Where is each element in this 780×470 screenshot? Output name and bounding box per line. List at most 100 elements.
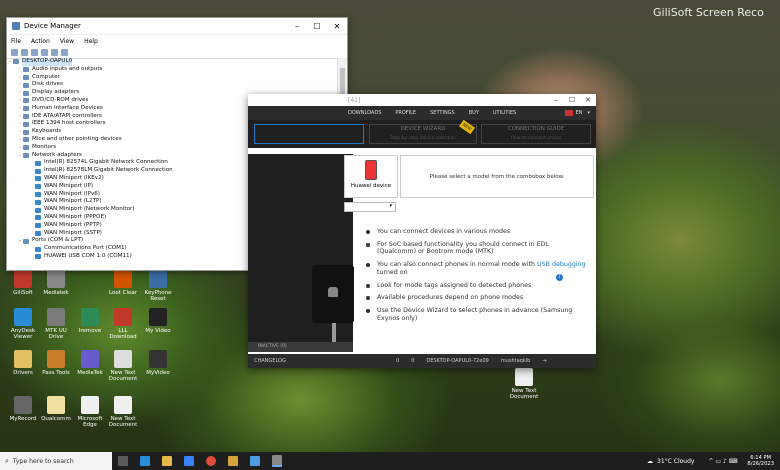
desktop-icon[interactable]: Loot Clear bbox=[105, 270, 141, 296]
desktop-icon[interactable]: Pass Tools bbox=[38, 350, 74, 376]
weather-widget[interactable]: ☁ 31°C Cloudy bbox=[647, 458, 694, 465]
desktop-icon[interactable]: MyRecord bbox=[5, 396, 41, 422]
monitor-icon[interactable] bbox=[61, 49, 68, 56]
tray-icons[interactable]: ^ ▭ ♪ ⌨ bbox=[708, 458, 737, 465]
changelog-link[interactable]: CHANGELOG bbox=[248, 358, 390, 364]
desktop-icon[interactable]: Mediatek bbox=[38, 270, 74, 296]
shortcut-icon bbox=[81, 350, 99, 368]
tree-item[interactable]: › Disk drives bbox=[7, 81, 338, 89]
device-tile[interactable]: Huawei device bbox=[344, 155, 398, 198]
app-icon[interactable] bbox=[250, 456, 260, 466]
tree-item-label: Intel(R) 82578LM Gigabit Network Connect… bbox=[44, 167, 173, 174]
chrome-icon[interactable] bbox=[206, 456, 216, 466]
tree-item-label: WAN Miniport (IKEv2) bbox=[44, 174, 104, 181]
desktop-icon-label: AnyDesk Viewer bbox=[10, 328, 36, 340]
nav-buy[interactable]: BUY bbox=[462, 110, 486, 116]
desktop-icon[interactable]: New Text Document bbox=[506, 368, 542, 400]
desktop-icon[interactable]: LLL Download bbox=[105, 308, 141, 340]
app-icon[interactable] bbox=[272, 455, 282, 467]
step-connect[interactable] bbox=[254, 124, 364, 144]
language-selector[interactable]: EN ▾ bbox=[564, 110, 596, 116]
tip-item: Look for mode tags assigned to detected … bbox=[366, 282, 588, 290]
taskbar-search[interactable]: ⌕ Type here to search bbox=[0, 452, 112, 470]
inactive-section[interactable]: INACTIVE (0) bbox=[248, 342, 353, 352]
device-icon bbox=[23, 238, 29, 244]
nav-utilities[interactable]: UTILITIES bbox=[486, 110, 523, 116]
desktop-icon-label: My Video bbox=[145, 328, 171, 334]
logout-icon[interactable]: ⇥ bbox=[536, 358, 552, 364]
forward-icon[interactable] bbox=[21, 49, 28, 56]
tree-item-label: Intel(R) 82574L Gigabit Network Connecti… bbox=[44, 159, 168, 166]
tip-item: You can also connect phones in normal mo… bbox=[366, 261, 588, 276]
model-prompt: Please select a model from the combobox … bbox=[400, 155, 594, 198]
app-maximize-button[interactable]: ☐ bbox=[564, 96, 580, 104]
usb-debugging-link[interactable]: USB debugging bbox=[537, 261, 586, 268]
file-explorer-icon[interactable] bbox=[162, 456, 172, 466]
desktop-icon[interactable]: GiliSoft bbox=[5, 270, 41, 296]
device-icon bbox=[23, 152, 29, 158]
edge-icon[interactable] bbox=[140, 456, 150, 466]
shortcut-icon bbox=[149, 350, 167, 368]
tip-item: For SoC based functionality you should c… bbox=[366, 241, 588, 256]
shortcut-icon bbox=[47, 308, 65, 326]
desktop-icon[interactable]: KeyPhone Reset bbox=[140, 270, 176, 302]
desktop-icon[interactable]: Qualcomm bbox=[38, 396, 74, 422]
root-label: DESKTOP-OAPUL0 bbox=[22, 58, 73, 66]
shortcut-icon bbox=[14, 350, 32, 368]
desktop-icon-label: New Text Document bbox=[108, 370, 138, 382]
device-icon bbox=[23, 82, 29, 88]
phone-icon bbox=[365, 160, 377, 180]
desktop-icon[interactable]: New Text Document bbox=[105, 396, 141, 428]
model-combobox[interactable]: ▾ bbox=[344, 202, 396, 212]
back-icon[interactable] bbox=[11, 49, 18, 56]
device-manager-titlebar[interactable]: Device Manager – ☐ ✕ bbox=[7, 18, 347, 35]
task-view-icon[interactable] bbox=[118, 456, 128, 466]
search-placeholder: Type here to search bbox=[12, 457, 74, 465]
desktop-icon[interactable]: Microsoft Edge bbox=[72, 396, 108, 428]
shortcut-icon bbox=[149, 270, 167, 288]
language-label: EN bbox=[575, 110, 583, 116]
device-icon bbox=[35, 199, 41, 205]
tree-root[interactable]: ⌄ DESKTOP-OAPUL0 bbox=[7, 58, 338, 66]
desktop-icon[interactable]: Drivers bbox=[5, 350, 41, 376]
nav-downloads[interactable]: DOWNLOADS bbox=[341, 110, 388, 116]
info-icon[interactable]: i bbox=[556, 274, 563, 281]
shortcut-icon bbox=[14, 308, 32, 326]
minimize-button[interactable]: – bbox=[287, 22, 307, 31]
device-icon bbox=[23, 137, 29, 143]
update-driver-icon[interactable] bbox=[51, 49, 58, 56]
store-icon[interactable] bbox=[184, 456, 194, 466]
desktop-icon[interactable]: MTK UU Drive bbox=[38, 308, 74, 340]
nav-settings[interactable]: SETTINGS bbox=[423, 110, 462, 116]
tree-item[interactable]: › Audio inputs and outputs bbox=[7, 66, 338, 74]
maximize-button[interactable]: ☐ bbox=[307, 22, 327, 31]
nav-profile[interactable]: PROFILE bbox=[388, 110, 423, 116]
app-minimize-button[interactable]: – bbox=[548, 96, 564, 104]
app-close-button[interactable]: ✕ bbox=[580, 96, 596, 104]
tree-item-label: Display adapters bbox=[32, 89, 80, 96]
tree-item-label: WAN Miniport (PPPOE) bbox=[44, 213, 107, 220]
device-manager-icon bbox=[12, 22, 20, 30]
app-icon[interactable] bbox=[228, 456, 238, 466]
menu-help[interactable]: Help bbox=[84, 38, 98, 45]
desktop-icon[interactable]: New Text Document bbox=[105, 350, 141, 382]
wizard-sublabel: Step by step device selection bbox=[389, 136, 457, 141]
tree-item[interactable]: › Computer bbox=[7, 74, 338, 82]
menu-view[interactable]: View bbox=[60, 38, 74, 45]
desktop-icon[interactable]: MyVideo bbox=[140, 350, 176, 376]
help-icon[interactable] bbox=[41, 49, 48, 56]
step-connection-guide[interactable]: CONNECTION GUIDE How to connect phone bbox=[481, 124, 591, 144]
menu-file[interactable]: File bbox=[11, 38, 21, 45]
device-icon bbox=[35, 230, 41, 236]
properties-icon[interactable] bbox=[31, 49, 38, 56]
app-titlebar[interactable]: [41] – ☐ ✕ bbox=[248, 94, 596, 106]
desktop-icon[interactable]: MediaTek bbox=[72, 350, 108, 376]
desktop-icon[interactable]: AnyDesk Viewer bbox=[5, 308, 41, 340]
phone-tool-window: [41] – ☐ ✕ DOWNLOADS PROFILE SETTINGS BU… bbox=[248, 94, 596, 368]
desktop-icon[interactable]: Iremove bbox=[72, 308, 108, 334]
clock[interactable]: 6:14 PM 8/26/2023 bbox=[747, 455, 774, 468]
desktop-icon[interactable]: My Video bbox=[140, 308, 176, 334]
menu-action[interactable]: Action bbox=[31, 38, 50, 45]
chevron-down-icon: ▾ bbox=[389, 203, 392, 209]
close-button[interactable]: ✕ bbox=[327, 22, 347, 31]
